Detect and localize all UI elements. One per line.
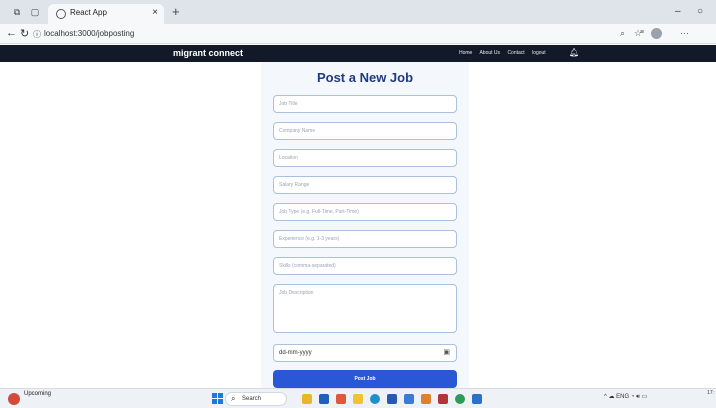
new-tab-button[interactable]: + — [172, 5, 180, 18]
vscode-icon[interactable] — [472, 394, 482, 404]
brand-logo-text[interactable]: migrant connect — [173, 48, 243, 58]
bell-icon[interactable]: 🔔︎ — [569, 48, 579, 57]
system-tray[interactable]: ^ ☁ ENG ◔ 🔊︎ ▭ — [604, 393, 647, 401]
site-navbar: migrant connect Home About Us Contact lo… — [0, 45, 716, 62]
form-title: Post a New Job — [316, 70, 414, 85]
browser-window: ⧉ ▢ React App × + – ○ ← ↻ ⓘ localhost:30… — [0, 0, 716, 408]
salary-range-input[interactable]: Salary Range — [273, 176, 457, 194]
folder-icon[interactable] — [353, 394, 363, 404]
back-arrow-icon[interactable]: ← — [6, 27, 17, 39]
tab-title: React App — [70, 8, 107, 17]
nav-link-about[interactable]: About Us — [479, 50, 500, 56]
nav-link-contact[interactable]: Contact — [507, 50, 524, 56]
app-icon[interactable] — [404, 394, 414, 404]
skills-input[interactable]: Skills (comma-separated) — [273, 257, 457, 275]
taskbar-search[interactable]: ⌕ Search — [225, 392, 287, 406]
title-bar: ⧉ ▢ React App × + – ○ — [0, 0, 716, 24]
post-job-button[interactable]: Post Job — [273, 370, 457, 388]
nav-link-home[interactable]: Home — [459, 50, 472, 56]
favorites-icon[interactable]: ≡ — [640, 29, 644, 36]
address-bar: ← ↻ ⓘ localhost:3000/jobposting ⌕ ☆ ≡ ··… — [0, 24, 716, 44]
minimize-button[interactable]: – — [675, 6, 681, 17]
calendar-icon[interactable]: ▣ — [443, 348, 450, 356]
app-icon[interactable] — [455, 394, 465, 404]
app-icon[interactable] — [387, 394, 397, 404]
maximize-button[interactable]: ○ — [697, 6, 703, 17]
taskbar-apps — [302, 394, 482, 404]
mail-icon[interactable] — [438, 394, 448, 404]
date-input[interactable]: dd-mm-yyyy ▣ — [273, 344, 457, 362]
location-input[interactable]: Location — [273, 149, 457, 167]
more-menu-icon[interactable]: ··· — [680, 28, 689, 38]
weather-widget[interactable]: Upcoming — [24, 391, 51, 398]
globe-icon — [56, 9, 66, 19]
refresh-icon[interactable]: ↻ — [20, 27, 29, 40]
workspaces-icon[interactable]: ⧉ — [12, 7, 22, 17]
search-icon: ⌕ — [231, 394, 236, 403]
browser-edge-icon[interactable] — [370, 394, 380, 404]
job-post-form: Post a New Job Job Title Company Name Lo… — [261, 62, 469, 388]
browser-tab[interactable]: React App × — [48, 4, 164, 24]
nav-links: Home About Us Contact logout — [459, 50, 552, 56]
nav-link-logout[interactable]: logout — [532, 50, 546, 56]
info-icon[interactable]: ⓘ — [33, 29, 41, 40]
start-button[interactable] — [212, 393, 223, 404]
app-icon[interactable] — [302, 394, 312, 404]
app-icon[interactable] — [336, 394, 346, 404]
job-type-input[interactable]: Job Type (e.g. Full-Time, Part-Time) — [273, 203, 457, 221]
profile-avatar[interactable] — [651, 28, 662, 39]
search-label: Search — [242, 396, 262, 402]
page-content: Post a New Job Job Title Company Name Lo… — [0, 62, 716, 388]
company-name-input[interactable]: Company Name — [273, 122, 457, 140]
url-field[interactable]: localhost:3000/jobposting — [44, 29, 134, 38]
weather-widget-icon[interactable] — [8, 393, 20, 405]
job-title-input[interactable]: Job Title — [273, 95, 457, 113]
job-description-textarea[interactable]: Job Description — [273, 284, 457, 333]
zoom-icon[interactable]: ⌕ — [620, 28, 625, 39]
os-taskbar: Upcoming ⌕ Search ^ ☁ ENG ◔ 🔊︎ ▭ 17: — [0, 388, 716, 408]
tab-actions-icon[interactable]: ▢ — [30, 7, 40, 17]
app-icon[interactable] — [421, 394, 431, 404]
clock[interactable]: 17: — [690, 390, 714, 397]
tab-close-button[interactable]: × — [152, 7, 158, 18]
app-icon[interactable] — [319, 394, 329, 404]
weather-title: Upcoming — [24, 391, 52, 397]
language-indicator[interactable]: ENG — [616, 394, 629, 400]
experience-input[interactable]: Experience (e.g. 1-3 years) — [273, 230, 457, 248]
